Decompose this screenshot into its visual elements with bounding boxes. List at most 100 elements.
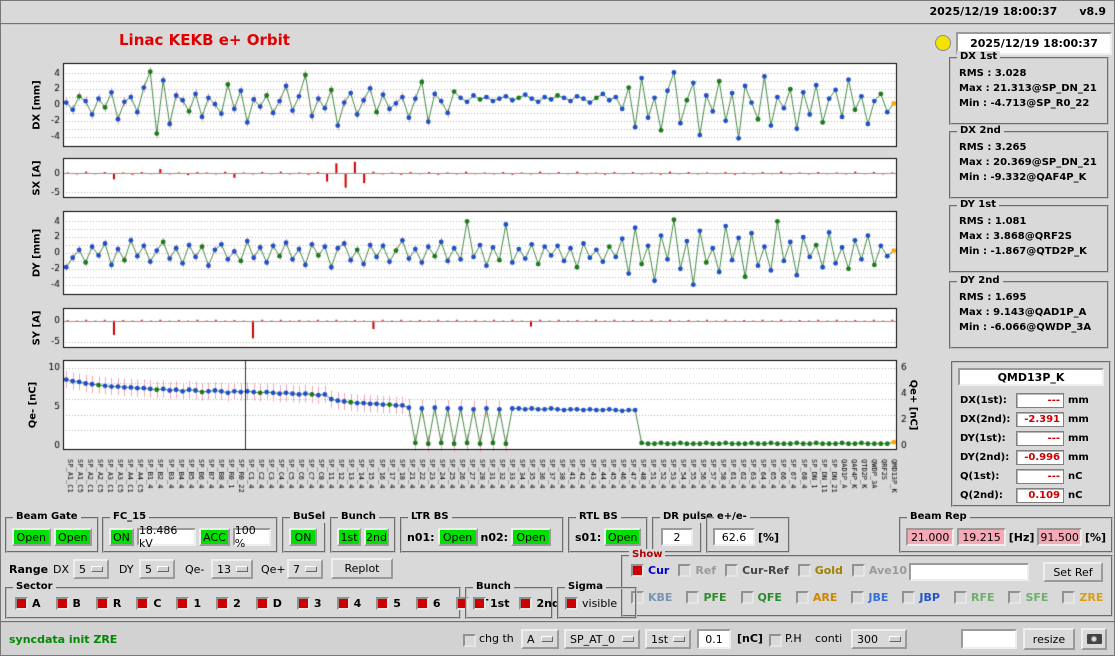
overlay-option-checkbox[interactable]	[795, 591, 809, 604]
group-title: LTR BS	[408, 511, 452, 523]
rms-line: RMS : 3.265	[959, 142, 1027, 153]
sector-checkbox[interactable]	[376, 597, 390, 610]
bunch-group-top: Bunch 1st 2nd	[330, 511, 396, 553]
group-title: DY 2nd	[957, 275, 1003, 287]
status-light	[935, 35, 951, 51]
resize-button[interactable]: resize	[1023, 628, 1075, 650]
camera-lens-icon	[1091, 636, 1097, 642]
sector-checkbox[interactable]	[55, 597, 69, 610]
beam-gate-open1-button[interactable]: Open	[12, 528, 51, 546]
ltr-n02-open-button[interactable]: Open	[511, 528, 552, 546]
overlay-option-checkbox[interactable]	[740, 591, 754, 604]
ltr-n02-label: n02:	[480, 530, 509, 544]
show-option-checkbox[interactable]	[851, 564, 865, 577]
max-line: Max : 3.868@QRF2S	[959, 231, 1072, 242]
beam-gate-open2-button[interactable]: Open	[53, 528, 92, 546]
sigma-visible-checkbox[interactable]	[565, 597, 578, 610]
dr-pulse-group: DR pulse 2	[652, 511, 716, 553]
replot-button[interactable]: Replot	[331, 558, 393, 579]
overlay-option-label: ARE	[812, 591, 838, 604]
monitor-device-name[interactable]: QMD13P_K	[958, 368, 1104, 386]
show-option-checkbox[interactable]	[678, 564, 692, 577]
group-title: e+/e-	[714, 511, 750, 523]
set-ref-button[interactable]: Set Ref	[1043, 562, 1103, 582]
ph-label: P.H	[785, 632, 802, 645]
bpm-select[interactable]: SP_AT_0	[564, 629, 640, 649]
rtl-s01-open-button[interactable]: Open	[604, 528, 641, 546]
monitor-row-value: 0.109	[1016, 488, 1064, 503]
dropdown-indicator-icon	[91, 566, 103, 572]
ph-checkbox[interactable]	[769, 634, 782, 647]
overlay-option-checkbox[interactable]	[953, 591, 967, 604]
bunch-checkbox[interactable]	[473, 597, 486, 610]
show-option-label: Ave10	[868, 564, 907, 577]
dr-pulse-value: 2	[661, 528, 693, 546]
ltr-bs-group: LTR BS n01: Open n02: Open	[400, 511, 564, 553]
range-dy-label: DY	[119, 563, 134, 576]
chg-th-checkbox[interactable]	[463, 634, 476, 647]
overlay-option-checkbox[interactable]	[851, 591, 865, 604]
show-option: Ave10	[851, 564, 907, 577]
dy-2nd-stats-group: DY 2nd RMS : 1.695 Max : 9.143@QAD1P_A M…	[949, 275, 1109, 349]
sector-checkbox[interactable]	[216, 597, 230, 610]
min-line: Min : -6.066@QWDP_3A	[959, 322, 1092, 333]
threshold-unit: [nC]	[737, 632, 763, 645]
group-title: DX 2nd	[957, 125, 1004, 137]
count-select[interactable]: 300	[851, 629, 907, 649]
range-dx-select[interactable]: 5	[73, 559, 109, 579]
show-option: Cur-Ref	[725, 564, 789, 577]
show-option-checkbox[interactable]	[631, 564, 644, 577]
show-option-checkbox[interactable]	[725, 564, 739, 577]
sy-steering-plot	[23, 304, 903, 352]
bunch-select[interactable]: 1st	[645, 629, 691, 649]
show-option-checkbox[interactable]	[797, 564, 811, 577]
busel-on-button[interactable]: ON	[289, 528, 317, 546]
sector-checkbox[interactable]	[136, 597, 150, 610]
sector-label: R	[112, 597, 122, 610]
bunch-2nd-button[interactable]: 2nd	[364, 528, 389, 546]
sector-checkbox[interactable]	[15, 597, 28, 610]
range-qem-select[interactable]: 13	[211, 559, 253, 579]
group-title: Sigma	[565, 581, 606, 593]
sector-checkbox[interactable]	[415, 597, 429, 610]
monitor-row-unit: mm	[1068, 414, 1089, 425]
group-title: Show	[629, 549, 666, 561]
dx-axis-label: DX [mm]	[31, 80, 43, 130]
sector-checkbox[interactable]	[255, 597, 269, 610]
overlay-option: ZRE	[1062, 591, 1103, 604]
ratio-value: 62.6	[713, 528, 755, 546]
sn apshot-button[interactable]	[1081, 628, 1107, 650]
fc15-on-button[interactable]: ON	[109, 528, 134, 546]
beam-rep-hz-unit: [Hz]	[1008, 530, 1035, 544]
show-option-label: Gold	[814, 564, 843, 577]
ltr-n01-open-button[interactable]: Open	[437, 528, 478, 546]
sector-checkbox[interactable]	[176, 597, 190, 610]
ref-file-input[interactable]	[909, 563, 1029, 581]
sector-item: 3	[296, 597, 322, 610]
range-dy-select[interactable]: 5	[139, 559, 175, 579]
sector-checkbox[interactable]	[336, 597, 350, 610]
sigma-group: Sigma visible	[557, 581, 637, 619]
overlay-option-label: PFE	[703, 591, 727, 604]
overlay-option-checkbox[interactable]	[1008, 591, 1022, 604]
sector-checkbox[interactable]	[296, 597, 310, 610]
aux-entry[interactable]	[961, 629, 1017, 649]
threshold-input[interactable]: 0.1	[697, 629, 731, 649]
sector-items: A B R C 1 2 D 3 4 5 6	[15, 597, 488, 610]
sector-select[interactable]: A	[521, 629, 559, 649]
overlay-option: JBE	[851, 591, 888, 604]
monitor-row-value: -0.996	[1016, 450, 1064, 465]
overlay-option-checkbox[interactable]	[686, 591, 700, 604]
group-title: Bunch	[473, 581, 514, 593]
bunch-1st-button[interactable]: 1st	[337, 528, 362, 546]
fc15-acc-button[interactable]: ACC	[199, 528, 230, 546]
overlay-option-checkbox[interactable]	[902, 591, 916, 604]
range-qep-select[interactable]: 7	[287, 559, 323, 579]
beam-rep-value2: 19.215	[957, 528, 1006, 546]
sector-checkbox[interactable]	[95, 597, 109, 610]
monitor-row-value: ---	[1016, 469, 1064, 484]
sector-group: Sector A B R C 1 2 D 3 4 5 6	[5, 581, 488, 619]
bunch-checkbox[interactable]	[519, 597, 533, 610]
overlay-option-checkbox[interactable]	[1062, 591, 1076, 604]
overlay-option-label: JBP	[919, 591, 940, 604]
